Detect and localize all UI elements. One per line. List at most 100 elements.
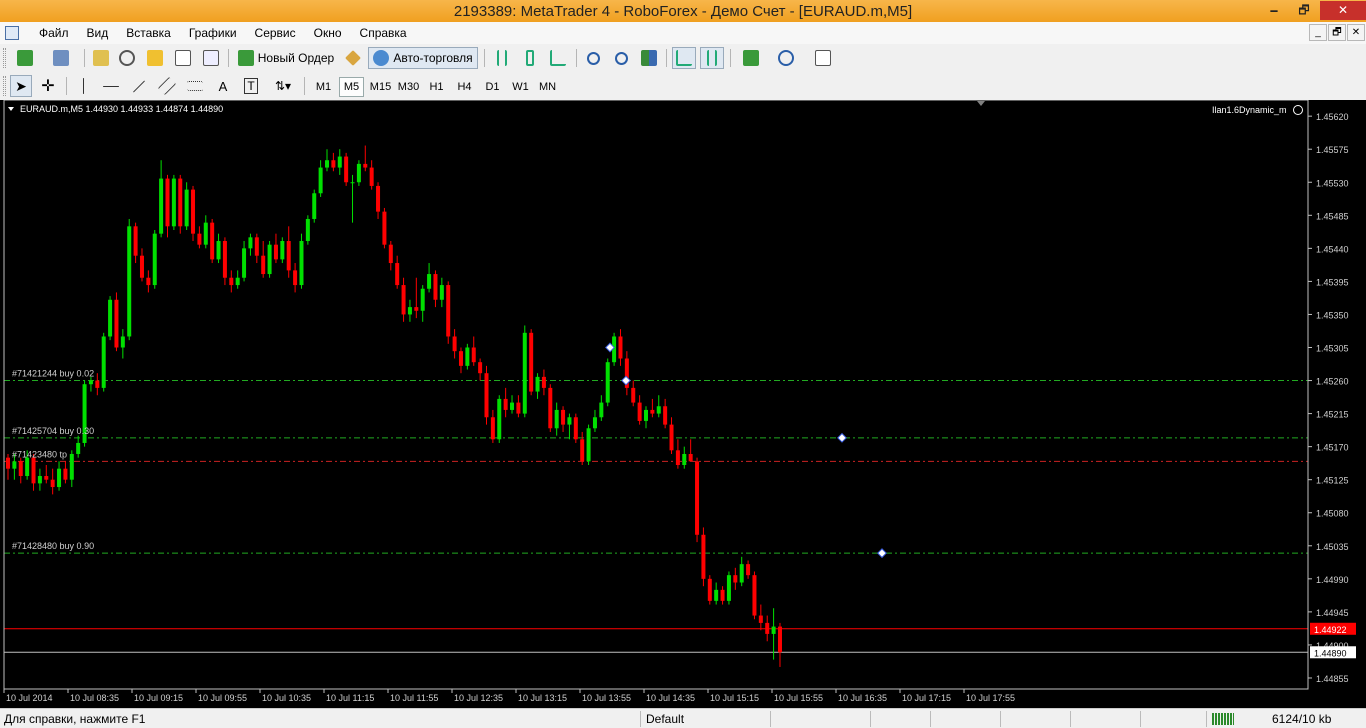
zoom-in-icon xyxy=(586,51,600,65)
menu-tools[interactable]: Сервис xyxy=(246,26,305,40)
candle-body xyxy=(376,185,381,212)
text-icon: A xyxy=(218,78,228,94)
expert-name: Ilan1.6Dynamic_m xyxy=(1212,105,1287,115)
chart-window[interactable]: 1.45620 1.45575 1.45530 1.45485 1.45440 1.453… xyxy=(0,100,1366,708)
connection-status-icon[interactable] xyxy=(1212,713,1234,725)
candle-body xyxy=(63,468,68,480)
chart-shift-button[interactable] xyxy=(700,47,724,69)
minimize-button[interactable]: 🗕 xyxy=(1260,1,1288,20)
window-title: 2193389: MetaTrader 4 - RoboForex - Демо… xyxy=(453,3,913,20)
candle-body xyxy=(76,442,81,454)
candle-body xyxy=(420,288,425,311)
metaeditor-button[interactable] xyxy=(342,47,364,69)
timeframe-h4[interactable]: H4 xyxy=(452,77,477,97)
candle-body xyxy=(305,218,310,242)
candle-body xyxy=(203,222,208,245)
candle-body xyxy=(120,336,125,348)
document-icon[interactable] xyxy=(5,26,19,40)
candle-body xyxy=(688,453,693,462)
crosshair-tool-button[interactable]: ✛ xyxy=(36,75,60,97)
close-button[interactable]: ✕ xyxy=(1320,1,1366,20)
candle-body xyxy=(714,589,719,601)
menu-help[interactable]: Справка xyxy=(351,26,416,40)
timeframe-m1[interactable]: M1 xyxy=(311,77,336,97)
market-watch-button[interactable] xyxy=(90,47,112,69)
vertical-line-button[interactable] xyxy=(72,75,94,97)
toolbar-grip[interactable] xyxy=(3,76,6,96)
data-window-button[interactable] xyxy=(116,47,138,69)
timeframe-mn[interactable]: MN xyxy=(535,77,560,97)
menu-file[interactable]: Файл xyxy=(30,26,78,40)
separator xyxy=(770,711,771,727)
separator xyxy=(1206,711,1207,727)
separator xyxy=(576,49,577,67)
periods-button[interactable] xyxy=(770,47,802,69)
templates-button[interactable] xyxy=(806,47,840,69)
navigator-button[interactable] xyxy=(144,47,166,69)
zoom-out-button[interactable] xyxy=(610,47,632,69)
menu-view[interactable]: Вид xyxy=(78,26,118,40)
equidistant-channel-button[interactable] xyxy=(156,75,178,97)
candle-body xyxy=(407,307,412,315)
price-chart[interactable]: 1.45620 1.45575 1.45530 1.45485 1.45440 1.453… xyxy=(0,100,1366,708)
candle-body xyxy=(478,362,483,374)
mdi-minimize-button[interactable]: _ xyxy=(1309,24,1327,41)
text-label-button[interactable]: T xyxy=(240,75,262,97)
candle-body xyxy=(465,347,470,366)
auto-scroll-button[interactable] xyxy=(672,47,696,69)
separator xyxy=(484,49,485,67)
timeframe-m30[interactable]: M30 xyxy=(395,77,422,97)
new-order-button[interactable]: Новый Ордер xyxy=(234,47,338,69)
text-tool-button[interactable]: A xyxy=(212,75,234,97)
menu-charts[interactable]: Графики xyxy=(180,26,246,40)
time-tick-label: 10 Jul 15:15 xyxy=(710,693,759,703)
timeframe-d1[interactable]: D1 xyxy=(480,77,505,97)
candle-body xyxy=(382,211,387,245)
candle-body xyxy=(675,450,680,466)
timeframe-w1[interactable]: W1 xyxy=(508,77,533,97)
trendline-button[interactable] xyxy=(128,75,150,97)
profiles-button[interactable] xyxy=(44,47,78,69)
candle-body xyxy=(458,351,463,366)
candle-body xyxy=(720,589,725,601)
new-chart-button[interactable] xyxy=(10,47,40,69)
timeframe-m15[interactable]: M15 xyxy=(367,77,394,97)
help-hint: Для справки, нажмите F1 xyxy=(4,712,146,726)
indicators-button[interactable] xyxy=(736,47,766,69)
line-chart-button[interactable] xyxy=(546,47,570,69)
order-label: #71423480 tp xyxy=(12,449,67,459)
candle-body xyxy=(25,457,30,477)
terminal-button[interactable] xyxy=(172,47,194,69)
candlestick-chart-button[interactable] xyxy=(518,47,542,69)
maximize-button[interactable]: 🗗 xyxy=(1290,1,1318,20)
price-tick-label: 1.44945 xyxy=(1316,608,1349,618)
candlestick-icon xyxy=(526,50,534,66)
candle-body xyxy=(446,285,451,337)
auto-trading-button[interactable]: Авто-торговля xyxy=(368,47,478,69)
cursor-tool-button[interactable]: ➤ xyxy=(10,75,32,97)
menu-insert[interactable]: Вставка xyxy=(117,26,180,40)
bar-chart-button[interactable] xyxy=(490,47,514,69)
menu-window[interactable]: Окно xyxy=(305,26,351,40)
price-tick-label: 1.45575 xyxy=(1316,145,1349,155)
candle-body xyxy=(637,402,642,421)
order-label: #71421244 buy 0.02 xyxy=(12,369,94,379)
zoom-in-button[interactable] xyxy=(582,47,604,69)
fibonacci-button[interactable] xyxy=(184,75,206,97)
separator xyxy=(730,49,731,67)
price-tick-label: 1.45530 xyxy=(1316,178,1349,188)
arrows-button[interactable]: ⇅▾ xyxy=(268,75,298,97)
tile-windows-button[interactable] xyxy=(638,47,660,69)
mdi-restore-button[interactable]: 🗗 xyxy=(1328,24,1346,41)
toolbar-grip[interactable] xyxy=(3,48,6,68)
mdi-close-button[interactable]: ✕ xyxy=(1347,24,1365,41)
candle-body xyxy=(573,417,578,440)
candle-body xyxy=(771,626,776,634)
timeframe-h1[interactable]: H1 xyxy=(424,77,449,97)
auto-trading-label: Авто-торговля xyxy=(393,51,473,65)
tester-button[interactable] xyxy=(200,47,222,69)
timeframe-m5[interactable]: M5 xyxy=(339,77,364,97)
time-tick-label: 10 Jul 08:35 xyxy=(70,693,119,703)
horizontal-line-button[interactable] xyxy=(100,75,122,97)
candle-body xyxy=(57,468,62,488)
